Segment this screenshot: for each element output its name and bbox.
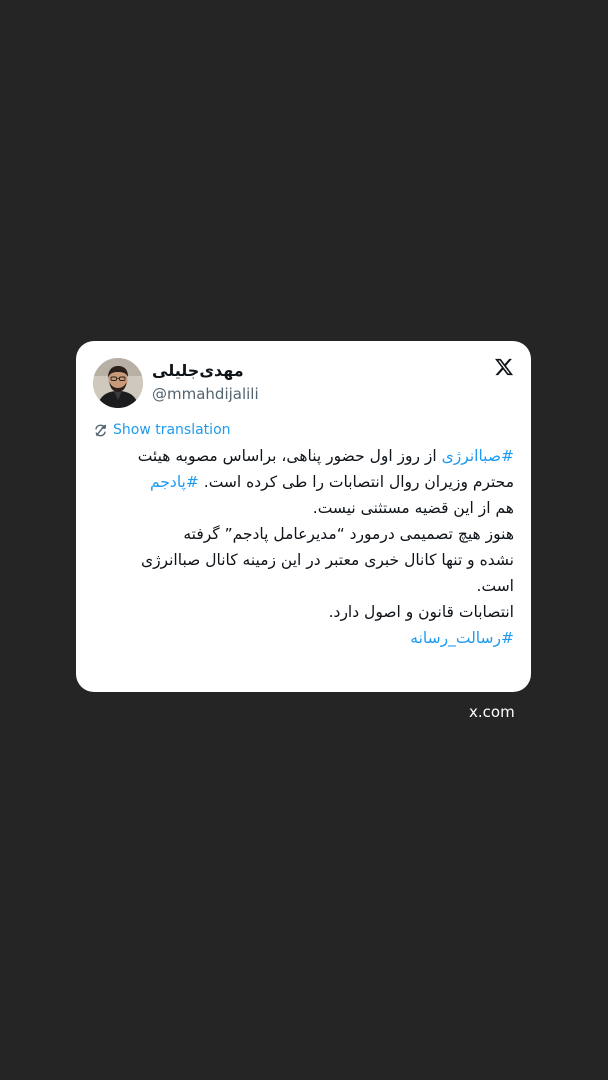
tweet-card[interactable]: مهدی‌جلیلی @mmahdijalili Show translatio… <box>76 341 531 692</box>
translate-refresh-icon <box>95 424 107 436</box>
hashtag-link[interactable]: #رسالت_رسانه <box>410 629 514 647</box>
source-label: x.com <box>469 703 515 721</box>
author-name[interactable]: مهدی‌جلیلی <box>152 361 244 380</box>
tweet-line-3: هم از این قضیه مستثنی نیست. <box>312 499 514 517</box>
tweet-line-7: انتصابات قانون و اصول دارد. <box>328 603 514 621</box>
show-translation-label: Show translation <box>113 422 231 438</box>
hashtag-link[interactable]: #صباانرژی <box>442 447 514 465</box>
tweet-text-segment: محترم وزیران روال انتصابات را طی کرده اس… <box>198 473 514 491</box>
avatar[interactable] <box>93 358 143 408</box>
tweet-text-segment: از روز اول حضور پناهی، براساس مصوبه هیئت <box>137 447 442 465</box>
hashtag-link[interactable]: #پادجم <box>150 473 199 491</box>
show-translation-link[interactable]: Show translation <box>93 422 231 438</box>
tweet-text: #صباانرژی از روز اول حضور پناهی، براساس … <box>96 443 514 651</box>
avatar-photo-icon <box>93 358 143 408</box>
tweet-line-6: است. <box>476 577 514 595</box>
tweet-line-5: نشده و تنها کانال خبری معتبر در این زمین… <box>140 551 514 569</box>
x-logo-icon[interactable] <box>494 357 514 377</box>
tweet-line-4: هنوز هیچ تصمیمی درمورد “مدیرعامل پادجم” … <box>183 525 514 543</box>
author-handle[interactable]: @mmahdijalili <box>152 385 259 403</box>
tweet-line-2: محترم وزیران روال انتصابات را طی کرده اس… <box>96 469 514 495</box>
tweet-line-1: #صباانرژی از روز اول حضور پناهی، براساس … <box>96 443 514 469</box>
tweet-line-8: #رسالت_رسانه <box>96 625 514 651</box>
